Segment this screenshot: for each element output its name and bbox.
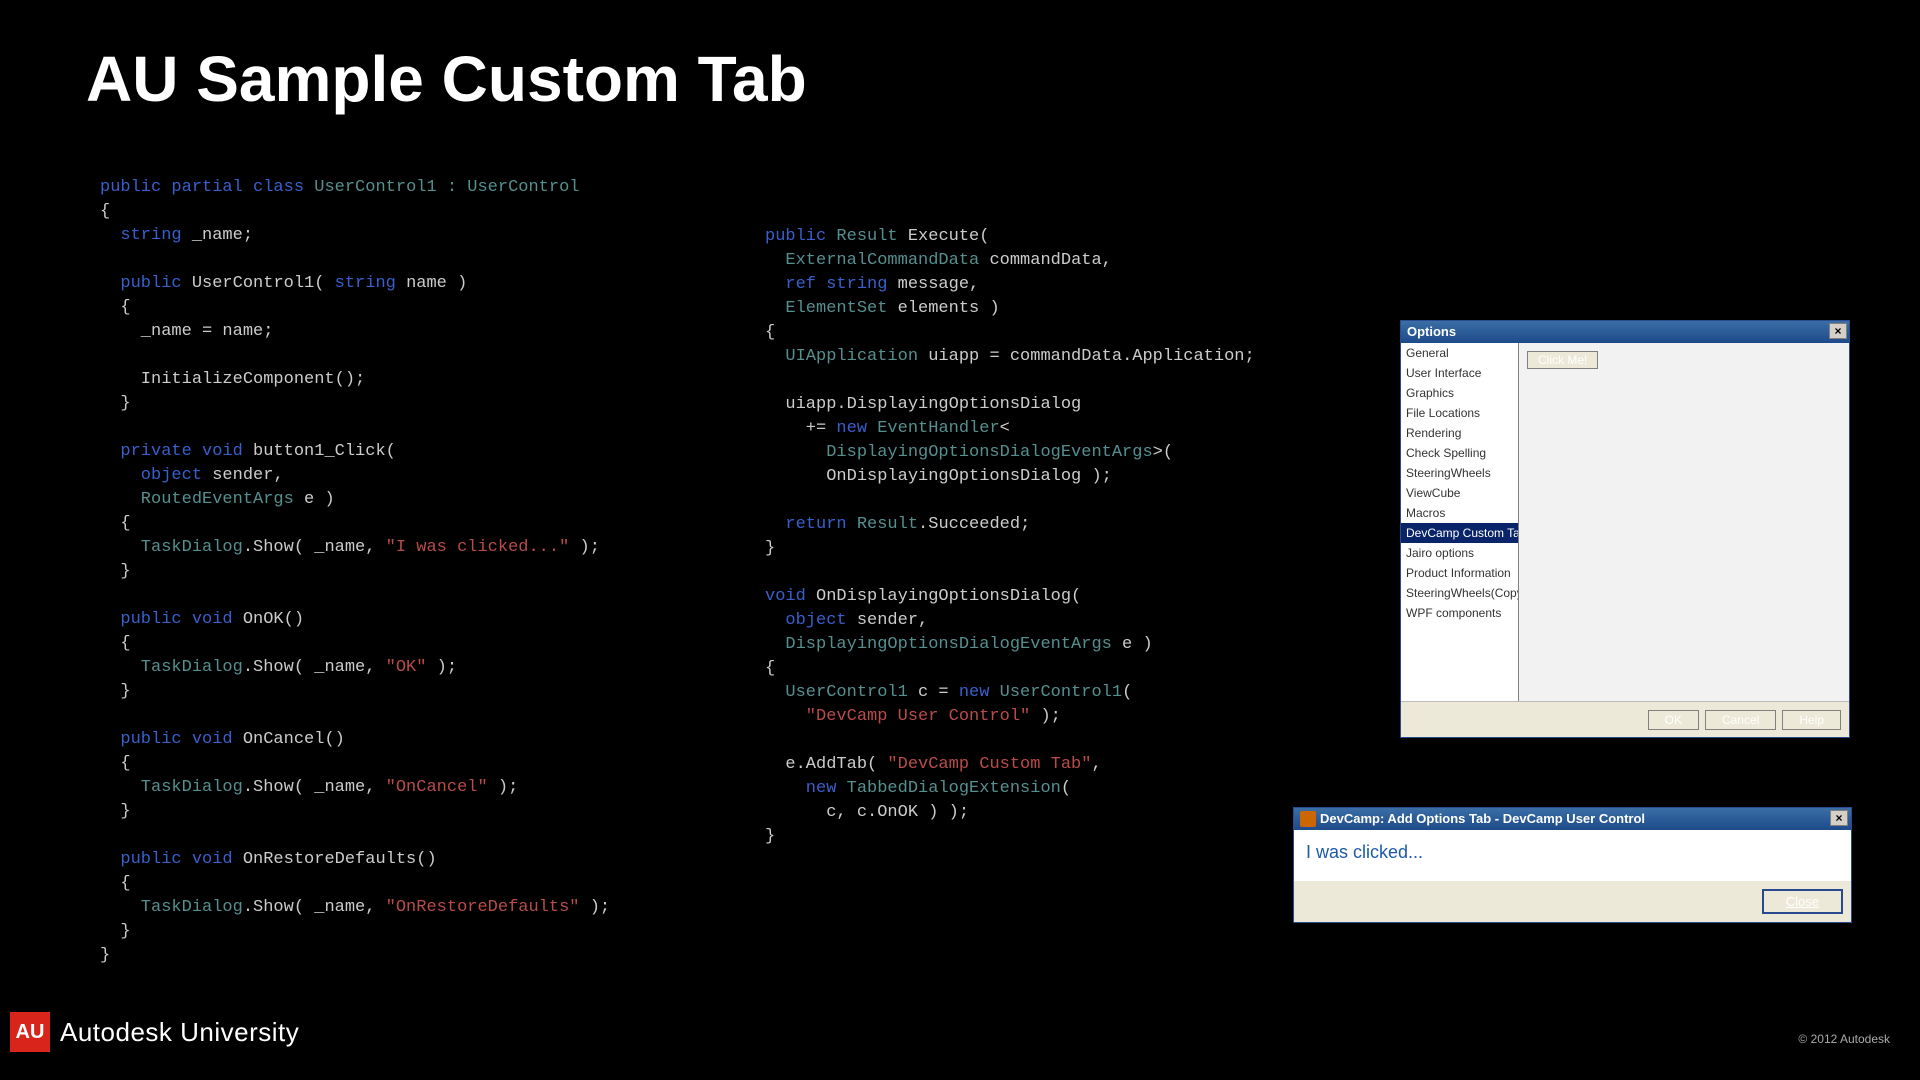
footer-logo: AU Autodesk University [10,1012,299,1052]
message-body: I was clicked... [1294,830,1851,881]
close-button[interactable]: Close [1762,889,1843,914]
options-list-item[interactable]: General [1401,343,1518,363]
options-title: Options [1407,324,1456,339]
code-block-right: public Result Execute( ExternalCommandDa… [765,225,1255,849]
code-block-left: public partial class UserControl1 : User… [100,176,610,968]
page-title: AU Sample Custom Tab [86,42,807,116]
click-me-button[interactable]: Click Me! [1527,351,1598,369]
options-list-item[interactable]: WPF components [1401,603,1518,623]
options-list-item[interactable]: User Interface [1401,363,1518,383]
options-panel: Click Me! [1519,343,1849,701]
options-list-item[interactable]: DevCamp Custom Tab [1401,523,1518,543]
copyright-text: © 2012 Autodesk [1798,1032,1890,1046]
options-list-item[interactable]: Product Information [1401,563,1518,583]
options-list-item[interactable]: Jairo options [1401,543,1518,563]
options-dialog: Options × GeneralUser InterfaceGraphicsF… [1400,320,1850,738]
brand-text: Autodesk University [60,1017,299,1048]
options-list-item[interactable]: SteeringWheels [1401,463,1518,483]
help-button[interactable]: Help [1782,710,1841,730]
options-list-item[interactable]: File Locations [1401,403,1518,423]
options-list-item[interactable]: SteeringWheels(Copy) [1401,583,1518,603]
close-icon[interactable]: × [1830,810,1848,826]
options-list-item[interactable]: Rendering [1401,423,1518,443]
options-titlebar[interactable]: Options × [1401,321,1849,343]
app-icon [1300,811,1316,827]
message-titlebar[interactable]: DevCamp: Add Options Tab - DevCamp User … [1294,808,1851,830]
options-footer: OK Cancel Help [1401,701,1849,737]
options-list-item[interactable]: Macros [1401,503,1518,523]
options-list: GeneralUser InterfaceGraphicsFile Locati… [1401,343,1519,701]
options-list-item[interactable]: Check Spelling [1401,443,1518,463]
close-icon[interactable]: × [1829,323,1847,339]
options-list-item[interactable]: Graphics [1401,383,1518,403]
options-list-item[interactable]: ViewCube [1401,483,1518,503]
message-title: DevCamp: Add Options Tab - DevCamp User … [1320,808,1645,830]
cancel-button[interactable]: Cancel [1705,710,1776,730]
message-dialog: DevCamp: Add Options Tab - DevCamp User … [1293,807,1852,923]
message-footer: Close [1294,881,1851,922]
ok-button[interactable]: OK [1648,710,1699,730]
au-badge-icon: AU [10,1012,50,1052]
